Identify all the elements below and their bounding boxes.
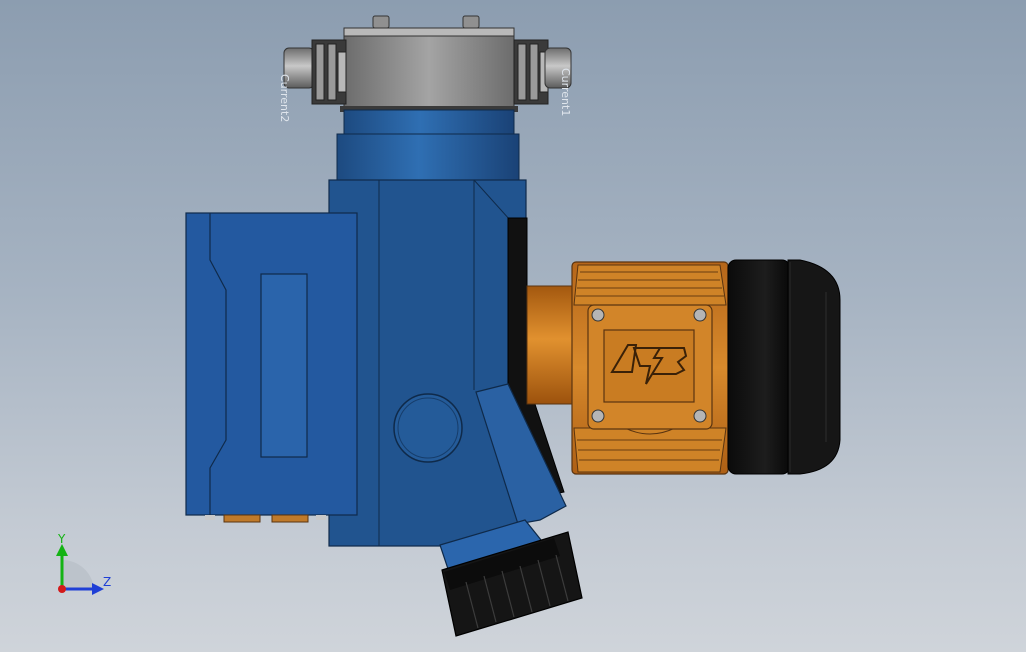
motor-body[interactable] <box>571 261 729 475</box>
side-cover-window <box>260 273 308 458</box>
left-push-fitting[interactable] <box>283 39 347 105</box>
motor-fan-cover[interactable] <box>727 259 841 475</box>
top-manifold[interactable] <box>340 15 518 112</box>
screw-icon <box>693 308 707 322</box>
screw-icon <box>693 409 707 423</box>
motor-shaft-housing[interactable] <box>526 285 578 405</box>
y-axis-label: Y <box>57 532 66 546</box>
left-port-label: Current2 <box>278 74 291 122</box>
z-axis-label: Z <box>103 575 111 589</box>
pump-assembly-model[interactable]: Current2 Current1 Y Z <box>0 0 1026 652</box>
upper-blue-collar[interactable] <box>336 109 520 181</box>
housing-port-circle <box>393 393 463 463</box>
cad-viewport[interactable]: Current2 Current1 Y Z <box>0 0 1026 652</box>
side-cover[interactable] <box>185 212 358 523</box>
coordinate-triad: Y Z <box>56 532 111 595</box>
screw-icon <box>591 409 605 423</box>
pump-housing[interactable] <box>328 179 527 547</box>
right-port-label: Current1 <box>559 68 572 116</box>
screw-icon <box>591 308 605 322</box>
